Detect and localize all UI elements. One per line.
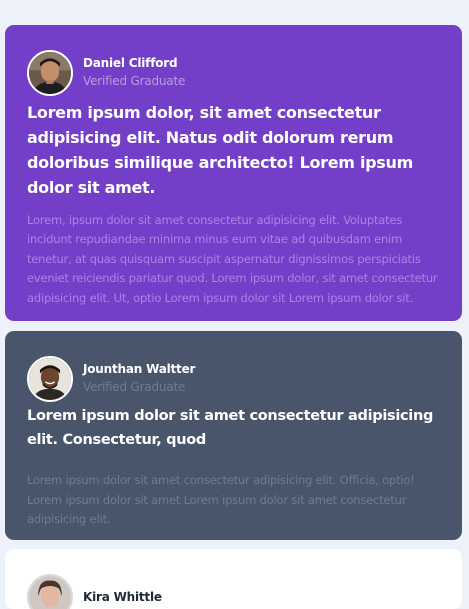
testimonial-card-daniel: Daniel Clifford Verified Graduate Lorem … xyxy=(5,25,462,321)
testimonial-body: Lorem ipsum dolor sit amet consectetur a… xyxy=(27,473,415,526)
avatar-photo-icon xyxy=(29,52,71,94)
author-name: Daniel Clifford xyxy=(83,56,178,70)
author-name: Jounthan Waltter xyxy=(83,362,196,376)
avatar-photo-icon xyxy=(29,576,71,609)
testimonial-card-kira: Kira Whittle xyxy=(5,549,462,609)
testimonial-headline: Lorem ipsum dolor sit amet consectetur a… xyxy=(27,408,434,448)
avatar-photo-icon xyxy=(29,358,71,400)
avatar xyxy=(27,574,73,609)
author-name: Kira Whittle xyxy=(83,590,162,604)
author-role: Verified Graduate xyxy=(83,380,186,394)
author-role: Verified Graduate xyxy=(83,74,186,88)
avatar xyxy=(27,50,73,96)
testimonial-author: Kira Whittle xyxy=(27,572,440,609)
testimonial-body: Lorem, ipsum dolor sit amet consectetur … xyxy=(27,213,438,305)
testimonial-card-jounthan: Jounthan Waltter Verified Graduate Lorem… xyxy=(5,331,462,540)
testimonial-headline: Lorem ipsum dolor, sit amet consectetur … xyxy=(27,103,413,197)
avatar xyxy=(27,356,73,402)
testimonial-author: Jounthan Waltter Verified Graduate xyxy=(27,354,440,404)
testimonial-author: Daniel Clifford Verified Graduate xyxy=(27,48,440,98)
